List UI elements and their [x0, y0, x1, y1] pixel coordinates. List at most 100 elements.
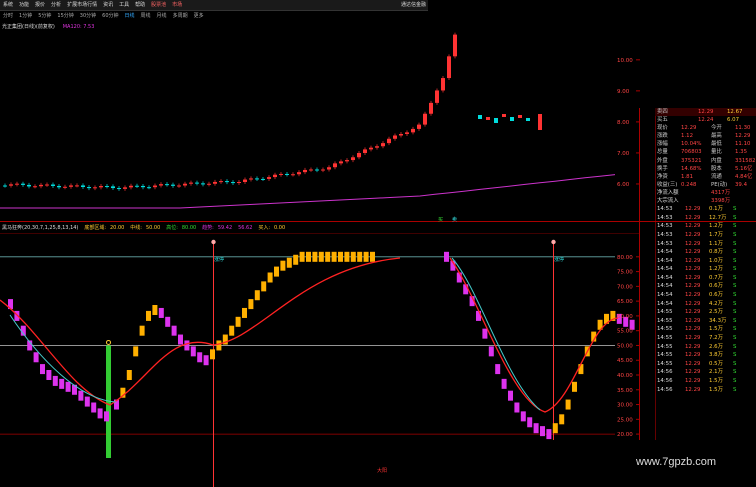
candle-body: [123, 187, 127, 189]
oscillator-bar: [242, 307, 247, 318]
quote-value: 11.30: [735, 125, 751, 132]
quote-row: 涨跌 1.12 最高 12.29: [655, 132, 756, 140]
candle-body: [45, 184, 49, 186]
tick-row[interactable]: 14:55 12.29 2.5万 S: [655, 308, 756, 317]
watermark: www.7gpzb.com: [636, 456, 717, 468]
oscillator-bar: [572, 381, 577, 392]
price-axes: 10.00 9.00 8.00 7.00 6.00 80.00 75.00 70.00 65.0…: [617, 58, 640, 438]
indicator-tick-label: 25.00: [617, 417, 633, 423]
tick-row[interactable]: 14:54 12.29 4.2万 S: [655, 300, 756, 309]
tick-price: 12.29: [685, 206, 701, 213]
signal-label: 涨停: [214, 256, 224, 263]
candle-body: [39, 184, 43, 187]
param4-label: 趋势:: [202, 225, 214, 231]
quote-label: 内盘: [711, 157, 722, 164]
tick-price: 12.29: [685, 231, 701, 238]
candle-body: [105, 186, 109, 188]
tick-volume: 1.5万: [709, 378, 723, 384]
tick-direction: S: [733, 335, 737, 342]
tick-time: 14:55: [657, 326, 673, 333]
oscillator-bar: [178, 334, 183, 345]
tick-volume: 0.8万: [709, 249, 723, 256]
oscillator-bar: [210, 349, 215, 360]
oscillator-bar: [126, 370, 132, 380]
indicator-tick-label: 20.00: [617, 432, 633, 438]
kline-tick-label: 8.00: [617, 120, 630, 126]
tick-time: 14:56: [657, 386, 673, 393]
tick-row[interactable]: 14:54 12.29 1.0万 S: [655, 257, 756, 266]
tick-row[interactable]: 14:55 12.29 2.6万 S: [655, 343, 756, 352]
tick-time: 14:54: [657, 249, 673, 256]
tick-row[interactable]: 14:53 12.29 1.7万 S: [655, 231, 756, 240]
quote-row: 总量 706803 量比 1.35: [655, 148, 756, 156]
param1-label: 底部区域:: [84, 225, 106, 231]
tick-direction: S: [733, 378, 737, 384]
quote-label: 现价: [657, 125, 668, 132]
tick-list[interactable]: 14:53 12.29 0.1万 S 14:53 12.29 12.7万 S 14:53 12.2…: [655, 205, 756, 394]
tick-direction: S: [733, 206, 737, 213]
oscillator-bar: [482, 328, 488, 339]
tick-time: 14:54: [657, 283, 673, 290]
candle-body: [405, 132, 409, 134]
tick-row[interactable]: 14:55 12.29 0.5万 S: [655, 360, 756, 369]
tick-direction: S: [733, 283, 737, 290]
tick-direction: S: [733, 266, 737, 273]
tick-row[interactable]: 14:55 12.29 1.5万 S: [655, 325, 756, 334]
candle-body: [526, 118, 530, 121]
candle-body: [510, 117, 514, 121]
quote-label: 量比: [711, 149, 722, 156]
oscillator-bar: [84, 396, 90, 407]
candle-body: [387, 138, 391, 144]
tick-price: 12.29: [685, 240, 701, 247]
tick-row[interactable]: 14:54 12.29 0.8万 S: [655, 248, 756, 257]
tick-row[interactable]: 14:55 12.29 7.2万 S: [655, 334, 756, 343]
tick-row[interactable]: 14:53 12.29 1.2万 S: [655, 222, 756, 231]
indicator-tick-label: 50.00: [617, 343, 633, 349]
tick-row[interactable]: 14:54 12.29 0.6万 S: [655, 291, 756, 300]
oscillator-bar: [533, 423, 539, 434]
tick-time: 14:54: [657, 274, 673, 281]
tick-row[interactable]: 14:54 12.29 0.6万 S: [655, 282, 756, 291]
tick-row[interactable]: 14:55 12.29 34.3万 S: [655, 317, 756, 326]
oscillator-bar: [520, 411, 526, 422]
sell4-price: 12.29: [698, 109, 714, 115]
tick-row[interactable]: 14:53 12.29 1.1万 S: [655, 240, 756, 249]
kline-chart: 买卖: [0, 32, 616, 223]
tick-row[interactable]: 14:55 12.29 3.8万 S: [655, 351, 756, 360]
candle-body: [285, 173, 289, 175]
candle-body: [57, 185, 61, 188]
param2-value: 50.00: [145, 225, 161, 231]
tick-row[interactable]: 14:56 12.29 1.5万 S: [655, 386, 756, 395]
indicator-tick-label: 35.00: [617, 388, 633, 394]
candle-body: [135, 185, 139, 187]
oscillator-bar: [52, 375, 58, 386]
candle-body: [129, 185, 133, 188]
tick-volume: 34.3万: [709, 317, 727, 324]
buy5-vol: 6.07: [727, 117, 740, 124]
param3-label: 高位:: [166, 225, 178, 231]
oscillator-bar: [254, 290, 260, 301]
tick-time: 14:54: [657, 266, 673, 273]
oscillator-bar: [152, 305, 158, 315]
tick-price: 12.29: [685, 352, 701, 359]
tick-row[interactable]: 14:54 12.29 0.7万 S: [655, 274, 756, 283]
candle-body: [141, 185, 145, 188]
tick-row[interactable]: 14:53 12.29 0.1万 S: [655, 205, 756, 214]
signal-dot: [551, 239, 556, 245]
oscillator-bar: [514, 402, 520, 413]
tick-direction: S: [733, 352, 737, 359]
tick-row[interactable]: 14:53 12.29 12.7万 S: [655, 214, 756, 223]
flow-row: 净流入额 4317万: [655, 189, 756, 197]
candle-body: [423, 113, 427, 125]
tick-time: 14:55: [657, 309, 673, 316]
quote-row: 收益(三) 0.248 PE(动) 39.4: [655, 181, 756, 189]
buy5-price: 12.24: [698, 117, 714, 124]
tick-row[interactable]: 14:56 12.29 2.1万 S: [655, 368, 756, 377]
tick-row[interactable]: 14:54 12.29 1.2万 S: [655, 265, 756, 274]
chart-canvas[interactable]: 买卖 涨停 涨停大阳 10.009.008.007.006.0080.0075.0…: [0, 0, 756, 487]
candle-body: [381, 143, 385, 147]
tick-row[interactable]: 14:56 12.29 1.5万 S: [655, 377, 756, 386]
tick-price: 12.29: [685, 292, 701, 299]
tick-time: 14:55: [657, 317, 673, 324]
tick-volume: 1.7万: [709, 231, 723, 238]
